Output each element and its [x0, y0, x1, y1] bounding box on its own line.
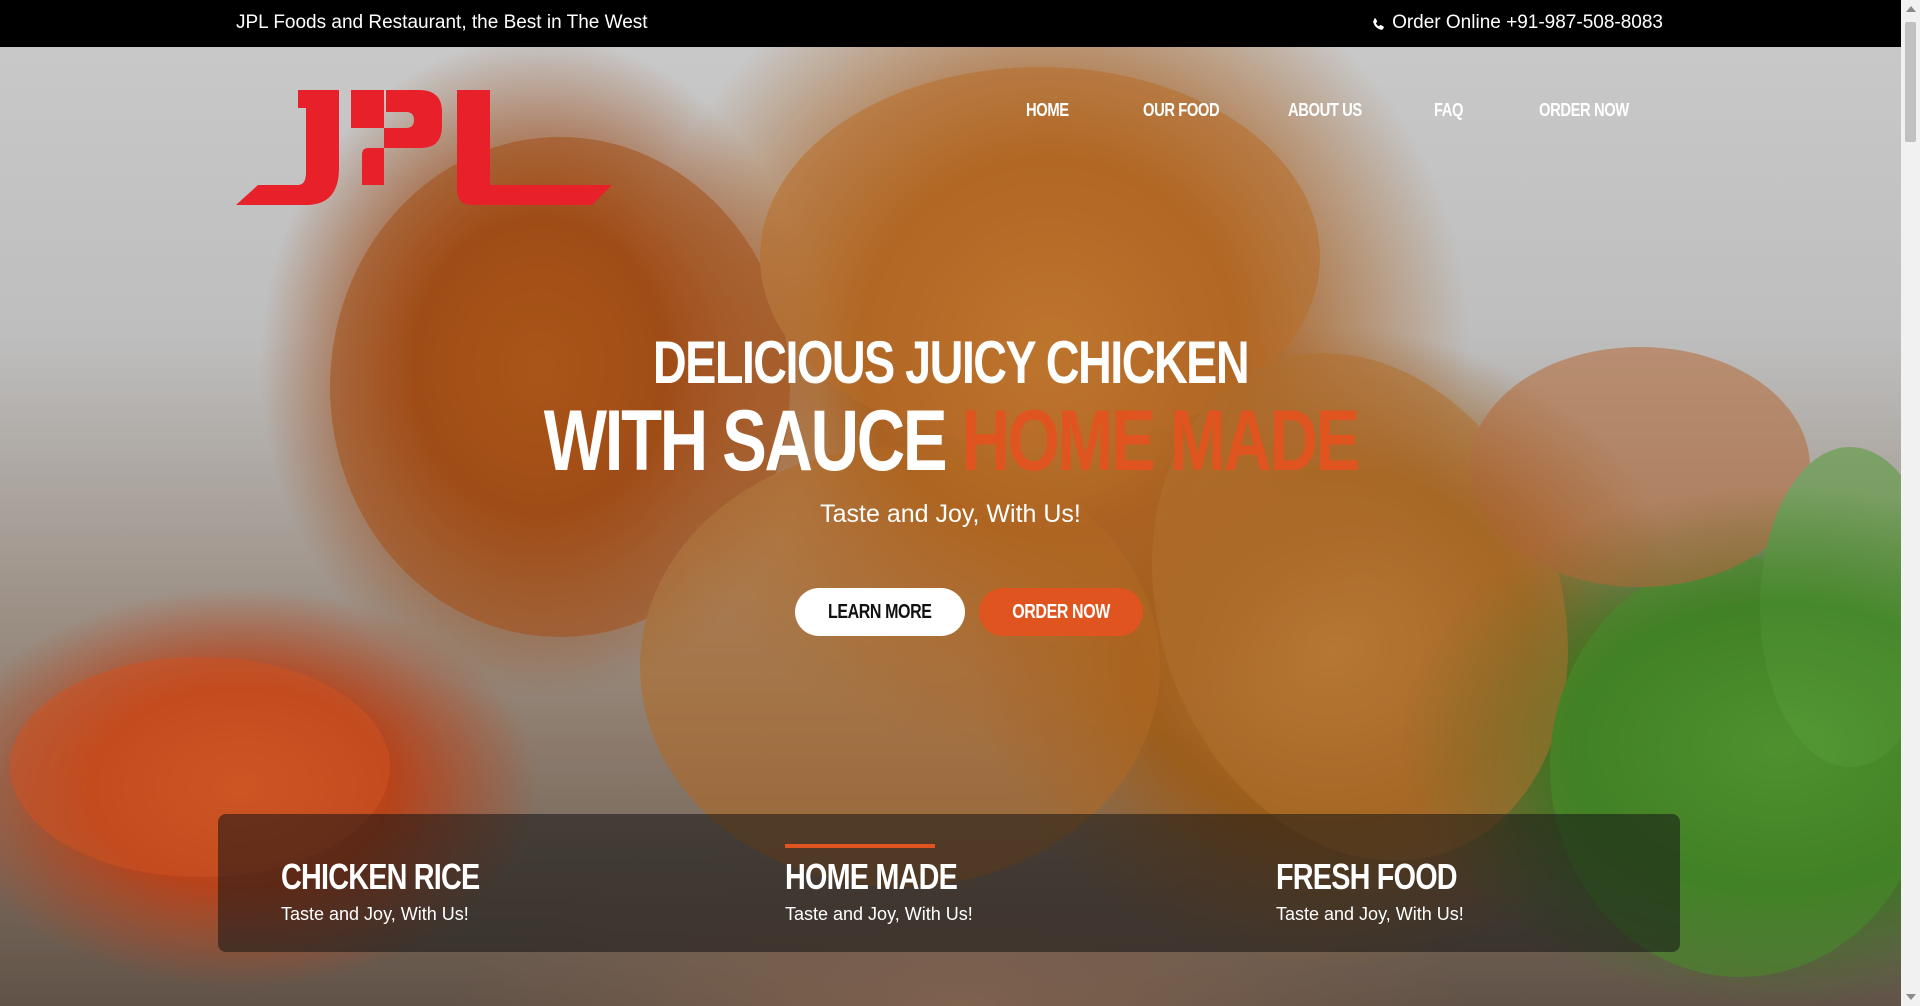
scroll-up-arrow-icon[interactable]	[1906, 6, 1916, 12]
feature-desc: Taste and Joy, With Us!	[785, 904, 973, 924]
scroll-down-arrow-icon[interactable]	[1906, 994, 1916, 1000]
learn-more-button[interactable]: LEARN MORE	[795, 588, 965, 636]
page: JPL Foods and Restaurant, the Best in Th…	[0, 0, 1901, 1006]
order-online-text: Order Online +91-987-508-8083	[1392, 12, 1663, 33]
feature-desc: Taste and Joy, With Us!	[1276, 904, 1464, 924]
feature-desc: Taste and Joy, With Us!	[281, 904, 469, 924]
hero-headline-2: WITH SAUCE HOME MADE	[0, 392, 1901, 491]
order-now-label: ORDER NOW	[1012, 600, 1110, 623]
order-now-button[interactable]: ORDER NOW	[979, 588, 1143, 636]
feature-title: FRESH FOOD	[1276, 856, 1502, 898]
feature-title: HOME MADE	[785, 856, 1000, 898]
hero-buttons: LEARN MORE ORDER NOW	[795, 588, 1143, 636]
order-online-link[interactable]: Order Online +91-987-508-8083	[1371, 12, 1663, 34]
nav-about-us[interactable]: ABOUT US	[1288, 100, 1362, 121]
hero-headline-1-text: DELICIOUS JUICY CHICKEN	[652, 329, 1250, 396]
phone-icon	[1371, 16, 1386, 31]
scrollbar-thumb[interactable]	[1905, 22, 1916, 142]
nav-faq[interactable]: FAQ	[1434, 100, 1464, 121]
jpl-logo[interactable]	[236, 90, 612, 210]
feature-title: CHICKEN RICE	[281, 856, 529, 898]
tagline: JPL Foods and Restaurant, the Best in Th…	[236, 12, 648, 33]
features-panel: CHICKEN RICE Taste and Joy, With Us! HOM…	[218, 814, 1680, 952]
hero-headline-2-accent: HOME MADE	[961, 393, 1360, 489]
hero-subtitle: Taste and Joy, With Us!	[820, 500, 1081, 528]
feature-title-text: FRESH FOOD	[1276, 856, 1458, 897]
vertical-scrollbar[interactable]	[1901, 0, 1920, 1006]
top-bar: JPL Foods and Restaurant, the Best in Th…	[0, 0, 1901, 47]
feature-title-text: CHICKEN RICE	[281, 856, 480, 897]
feature-title-text: HOME MADE	[785, 856, 958, 897]
hero-headline-2-inner: WITH SAUCE HOME MADE	[543, 392, 1360, 491]
nav-home[interactable]: HOME	[1026, 100, 1069, 121]
nav-order-now[interactable]: ORDER NOW	[1539, 100, 1629, 121]
hero-headline-1: DELICIOUS JUICY CHICKEN	[0, 328, 1901, 397]
learn-more-label: LEARN MORE	[828, 600, 932, 623]
nav-our-food[interactable]: OUR FOOD	[1143, 100, 1220, 121]
active-indicator	[785, 844, 935, 848]
hero-headline-2-white: WITH SAUCE	[543, 393, 947, 489]
